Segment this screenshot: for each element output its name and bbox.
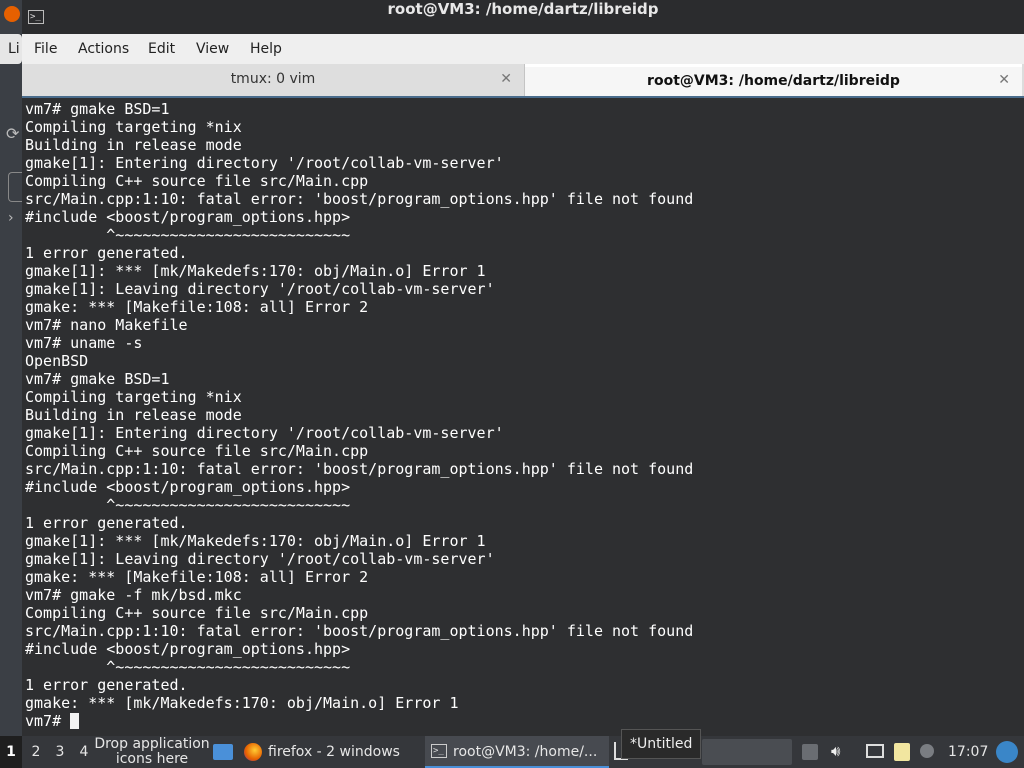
terminal-line: gmake: *** [Makefile:108: all] Error 2	[25, 568, 369, 586]
menu-view[interactable]: View	[196, 34, 229, 64]
terminal-line: Building in release mode	[25, 406, 242, 424]
terminal-line: #include <boost/program_options.hpp>	[25, 478, 351, 496]
clock[interactable]: 17:07	[948, 736, 988, 768]
workspace-3[interactable]: 3	[49, 736, 71, 768]
terminal-line: Compiling targeting *nix	[25, 118, 242, 136]
debian-icon[interactable]	[996, 741, 1018, 763]
terminal-line: vm7# nano Makefile	[25, 316, 188, 334]
taskbar: 1 2 3 4 Drop application icons here fire…	[0, 736, 1024, 768]
task-terminal-label: root@VM3: /home/...	[453, 744, 598, 760]
window-title: root@VM3: /home/dartz/libreidp	[387, 0, 659, 18]
tab-bar: tmux: 0 vim ✕ root@VM3: /home/dartz/libr…	[22, 64, 1024, 96]
chevron-right-icon[interactable]: ›	[8, 210, 14, 226]
terminal-line: gmake: *** [mk/Makedefs:170: obj/Main.o]…	[25, 694, 459, 712]
terminal-line: gmake[1]: Leaving directory '/root/colla…	[25, 280, 495, 298]
terminal-prompt-line: vm7#	[25, 712, 1024, 730]
terminal-line: vm7# gmake BSD=1	[25, 100, 170, 118]
terminal-line: #include <boost/program_options.hpp>	[25, 640, 351, 658]
tab-tmux[interactable]: tmux: 0 vim ✕	[22, 64, 525, 96]
tab-label: tmux: 0 vim	[230, 71, 316, 87]
workspace-1[interactable]: 1	[0, 736, 22, 768]
terminal-line: src/Main.cpp:1:10: fatal error: 'boost/p…	[25, 460, 694, 478]
background-browser-window: Li ⟳ ›	[0, 0, 25, 736]
terminal-icon: >_	[431, 744, 447, 758]
terminal-line: vm7# gmake BSD=1	[25, 370, 170, 388]
notification-icon[interactable]	[920, 744, 934, 758]
terminal-window: >_ root@VM3: /home/dartz/libreidp File A…	[22, 0, 1024, 736]
terminal-line: gmake[1]: Entering directory '/root/coll…	[25, 154, 504, 172]
terminal-line: gmake[1]: *** [mk/Makedefs:170: obj/Main…	[25, 262, 486, 280]
eject-icon[interactable]	[802, 744, 818, 760]
close-icon[interactable]: ✕	[998, 67, 1010, 93]
tooltip: *Untitled	[621, 729, 702, 759]
terminal-line: Compiling C++ source file src/Main.cpp	[25, 172, 369, 190]
terminal-line: vm7# uname -s	[25, 334, 143, 352]
tab-root-shell[interactable]: root@VM3: /home/dartz/libreidp ✕	[525, 64, 1022, 96]
text-cursor	[70, 713, 80, 729]
volume-icon[interactable]: 🔊︎	[831, 742, 840, 760]
menu-bar: File Actions Edit View Help	[22, 34, 1024, 65]
network-icon[interactable]	[866, 744, 884, 758]
close-icon[interactable]: ✕	[500, 64, 512, 94]
launcher-drop-hint: Drop application icons here	[94, 736, 210, 767]
tab-label: root@VM3: /home/dartz/libreidp	[647, 73, 900, 89]
terminal-line: src/Main.cpp:1:10: fatal error: 'boost/p…	[25, 190, 694, 208]
terminal-line: Compiling targeting *nix	[25, 388, 242, 406]
terminal-line: ^~~~~~~~~~~~~~~~~~~~~~~~~~~	[25, 658, 351, 676]
background-tab[interactable]: Li	[0, 34, 22, 64]
task-firefox[interactable]: firefox - 2 windows	[268, 736, 400, 768]
terminal-line: 1 error generated.	[25, 676, 188, 694]
menu-actions[interactable]: Actions	[78, 34, 129, 64]
reload-icon[interactable]: ⟳	[6, 124, 19, 143]
terminal-prompt: vm7#	[25, 712, 71, 730]
terminal-line: 1 error generated.	[25, 514, 188, 532]
menu-help[interactable]: Help	[250, 34, 282, 64]
terminal-line: vm7# gmake -f mk/bsd.mkc	[25, 586, 242, 604]
terminal-line: Building in release mode	[25, 136, 242, 154]
terminal-line: Compiling C++ source file src/Main.cpp	[25, 604, 369, 622]
terminal-line: gmake[1]: Entering directory '/root/coll…	[25, 424, 504, 442]
terminal-line: #include <boost/program_options.hpp>	[25, 208, 351, 226]
taskbar-preview-field	[702, 739, 792, 765]
clipboard-icon[interactable]	[894, 743, 910, 761]
terminal-line: src/Main.cpp:1:10: fatal error: 'boost/p…	[25, 622, 694, 640]
terminal-line: ^~~~~~~~~~~~~~~~~~~~~~~~~~~	[25, 496, 351, 514]
terminal-area[interactable]: vm7# gmake BSD=1 Compiling targeting *nix…	[22, 96, 1024, 736]
terminal-line: 1 error generated.	[25, 244, 188, 262]
terminal-output: vm7# gmake BSD=1 Compiling targeting *nix…	[25, 100, 1024, 730]
menu-file[interactable]: File	[34, 34, 57, 64]
menu-edit[interactable]: Edit	[148, 34, 175, 64]
terminal-line: OpenBSD	[25, 352, 89, 370]
terminal-line: gmake[1]: Leaving directory '/root/colla…	[25, 550, 495, 568]
firefox-icon	[244, 743, 262, 761]
terminal-line: gmake[1]: *** [mk/Makedefs:170: obj/Main…	[25, 532, 486, 550]
firefox-icon	[4, 6, 20, 22]
terminal-line: gmake: *** [Makefile:108: all] Error 2	[25, 298, 369, 316]
terminal-line: ^~~~~~~~~~~~~~~~~~~~~~~~~~~	[25, 226, 351, 244]
show-desktop-icon[interactable]	[213, 744, 233, 760]
terminal-line: Compiling C++ source file src/Main.cpp	[25, 442, 369, 460]
title-bar[interactable]: >_ root@VM3: /home/dartz/libreidp	[22, 0, 1024, 34]
workspace-2[interactable]: 2	[25, 736, 47, 768]
